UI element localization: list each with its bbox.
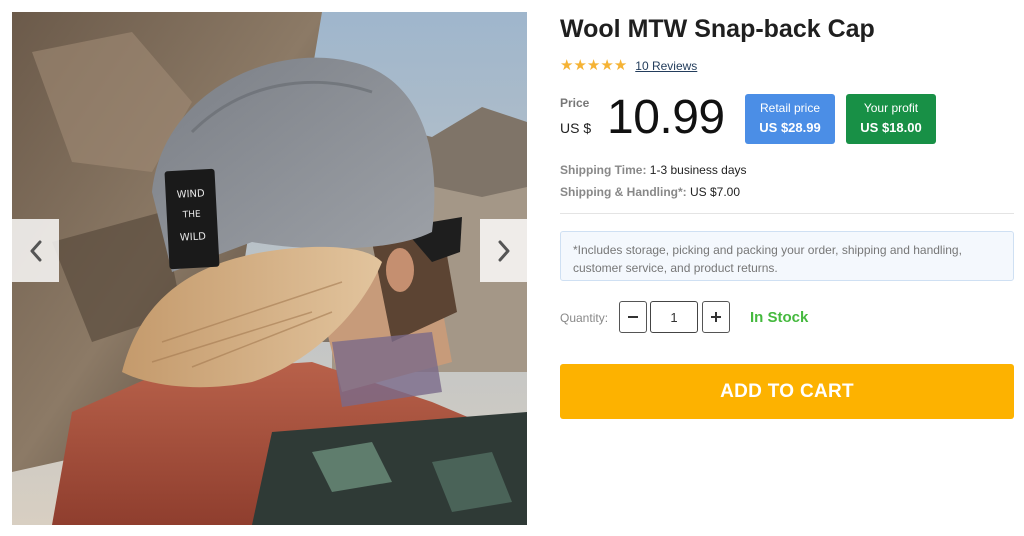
price-block: Price US $ 10.99 Retail price US $28.99 … <box>560 91 1014 144</box>
price-label: Price <box>560 96 590 110</box>
stock-status: In Stock <box>750 309 809 326</box>
shipping-handling-label: Shipping & Handling*: <box>560 185 687 199</box>
shipping-note: *Includes storage, picking and packing y… <box>560 231 1014 281</box>
star-icon: ★ <box>573 57 587 74</box>
profit-badge: Your profit US $18.00 <box>846 94 936 144</box>
quantity-label: Quantity: <box>560 311 609 325</box>
svg-text:WILD: WILD <box>180 231 207 243</box>
star-icon: ★ <box>613 57 628 74</box>
shipping-handling-value: US $7.00 <box>690 185 741 199</box>
star-icon: ★ <box>586 57 601 74</box>
shipping-time-label: Shipping Time: <box>560 163 647 177</box>
add-to-cart-button[interactable]: ADD TO CART <box>560 364 1014 419</box>
retail-price-value: US $28.99 <box>759 120 821 135</box>
product-details: Wool MTW Snap-back Cap ★ ★ ★ ★ ★ 10 Revi… <box>560 12 1014 419</box>
quantity-row: Quantity: In Stock <box>560 301 1014 333</box>
chevron-right-icon <box>498 240 509 261</box>
product-photo: WIND THE WILD <box>12 12 527 525</box>
retail-price-badge: Retail price US $28.99 <box>745 94 835 144</box>
product-image-gallery: WIND THE WILD <box>12 12 527 525</box>
shipping-time-value: 1-3 business days <box>649 163 747 177</box>
chevron-left-icon <box>30 240 41 261</box>
star-icon: ★ <box>560 57 574 74</box>
profit-value: US $18.00 <box>860 120 922 135</box>
gallery-next-button[interactable] <box>480 219 527 282</box>
quantity-input[interactable] <box>650 301 698 333</box>
price-currency: US $ <box>560 120 592 136</box>
product-rating: ★ ★ ★ ★ ★ 10 Reviews <box>560 58 697 73</box>
plus-icon <box>711 312 721 322</box>
divider <box>560 213 1014 214</box>
shipping-handling-row: Shipping & Handling*: US $7.00 <box>560 181 747 203</box>
shipping-info: Shipping Time: 1-3 business days Shippin… <box>560 159 747 203</box>
star-icon: ★ <box>600 57 614 74</box>
svg-text:THE: THE <box>182 210 202 221</box>
shipping-time-row: Shipping Time: 1-3 business days <box>560 159 747 181</box>
svg-text:WIND: WIND <box>176 188 205 200</box>
quantity-increment-button[interactable] <box>702 301 730 333</box>
rating-stars: ★ ★ ★ ★ ★ <box>560 58 627 73</box>
gallery-prev-button[interactable] <box>12 219 59 282</box>
minus-icon <box>628 316 638 318</box>
profit-label: Your profit <box>863 101 919 115</box>
product-title: Wool MTW Snap-back Cap <box>560 15 875 43</box>
price-value: 10.99 <box>607 91 725 144</box>
retail-price-label: Retail price <box>759 101 821 115</box>
reviews-link[interactable]: 10 Reviews <box>635 59 697 73</box>
quantity-decrement-button[interactable] <box>619 301 647 333</box>
